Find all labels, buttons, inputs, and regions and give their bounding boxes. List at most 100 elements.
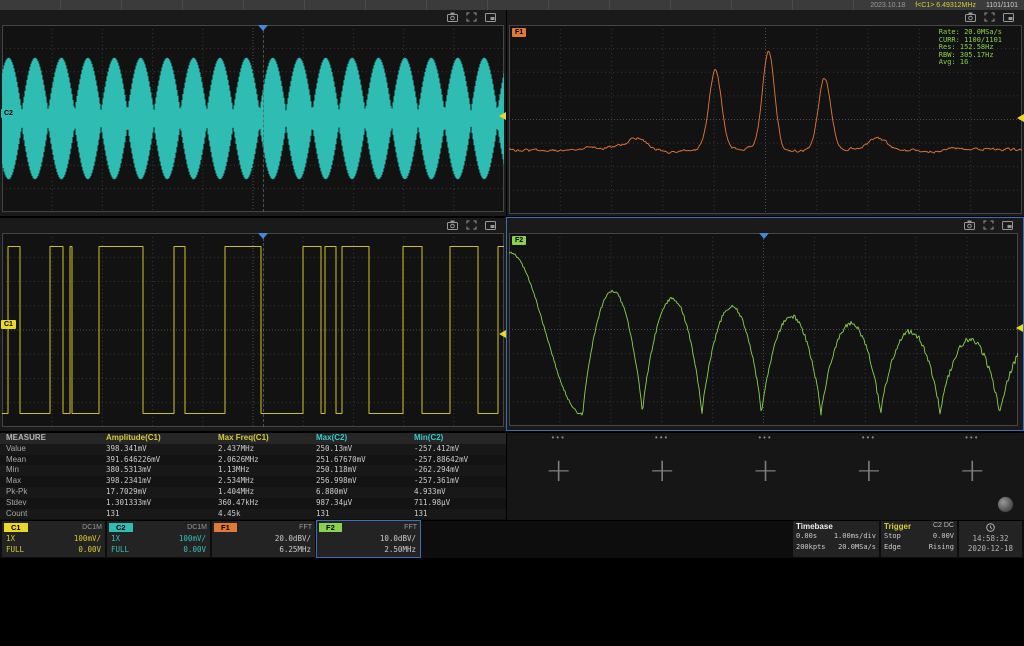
trace-badge-f1[interactable]: F1 xyxy=(512,28,526,37)
camera-icon[interactable] xyxy=(965,9,976,27)
fullscreen-icon[interactable] xyxy=(466,9,477,27)
trace-badge-c2[interactable]: C2 xyxy=(1,109,16,118)
timebase-descriptor[interactable]: Timebase 0.00s 1.00ms/div 200kpts 20.0MS… xyxy=(793,521,879,557)
trigger-descriptor[interactable]: Trigger C2 DC Stop 0.00V Edge Rising xyxy=(881,521,957,557)
trigger-level-marker[interactable] xyxy=(499,330,506,338)
measure-column-header[interactable]: Max(C2) xyxy=(310,433,408,444)
add-measurement-icon[interactable]: + xyxy=(714,455,817,485)
measure-empty-slots: ••• + ••• + ••• + ••• + ••• + xyxy=(507,433,1024,520)
measure-column-header[interactable]: Amplitude(C1) xyxy=(100,433,212,444)
trigger-position-line xyxy=(263,233,264,427)
measure-slot-add[interactable]: ••• + xyxy=(817,433,920,520)
waveform-panel-c1[interactable]: C1 xyxy=(0,218,506,431)
waveform-grid-c1[interactable] xyxy=(2,233,504,427)
fullscreen-icon[interactable] xyxy=(466,217,477,235)
pip-window-icon[interactable] xyxy=(1002,217,1013,235)
measure-slot-add[interactable]: ••• + xyxy=(507,433,610,520)
camera-icon[interactable] xyxy=(447,9,458,27)
measure-value: 398.2341mV xyxy=(100,476,212,487)
measure-value: 6.880mV xyxy=(310,487,408,498)
menubar-tabs-area[interactable] xyxy=(0,0,870,10)
measure-slot-add[interactable]: ••• + xyxy=(714,433,817,520)
waveform-grid-f2[interactable] xyxy=(509,233,1018,426)
slot-options-icon[interactable]: ••• xyxy=(714,433,817,443)
add-measurement-icon[interactable]: + xyxy=(507,455,610,485)
trigger-level-marker[interactable] xyxy=(1017,114,1024,122)
measure-row: Mean391.646226mV2.0626MHz251.67670mV-257… xyxy=(0,455,506,466)
measure-value: 2.534MHz xyxy=(212,476,310,487)
waveform-panel-f1[interactable]: F1 Rate: 20.0MSa/s CURR: 1100/1101 Res: … xyxy=(507,10,1024,216)
measure-value: 391.646226mV xyxy=(100,455,212,466)
frequency-counter-readout: f<C1> 6.49312MHz xyxy=(915,2,976,9)
fft-info-line: Avg: 16 xyxy=(939,59,1002,67)
measure-table-title: MEASURE xyxy=(0,433,100,444)
trigger-mode: Stop xyxy=(884,531,919,542)
coupling-label: DC1M xyxy=(187,524,207,531)
clock-time: 14:58:32 xyxy=(959,534,1022,544)
measure-row: Max398.2341mV2.534MHz256.998mV-257.361mV xyxy=(0,476,506,487)
fullscreen-icon[interactable] xyxy=(983,217,994,235)
measure-row: Stdev1.301333mV360.47kHz987.34µV711.98µV xyxy=(0,498,506,509)
channel-badge[interactable]: C2 xyxy=(109,523,133,532)
measure-value: 1.404MHz xyxy=(212,487,310,498)
camera-icon[interactable] xyxy=(447,217,458,235)
measure-value: 1.301333mV xyxy=(100,498,212,509)
measure-row-label: Mean xyxy=(0,455,100,466)
trace-badge-f2[interactable]: F2 xyxy=(512,236,526,245)
channel-descriptor-c1[interactable]: C1 DC1M 1X100mV/ FULL0.00V xyxy=(2,521,105,557)
measure-table: MEASUREAmplitude(C1)Max Freq(C1)Max(C2)M… xyxy=(0,433,506,520)
measure-value: 987.34µV xyxy=(310,498,408,509)
add-measurement-icon[interactable]: + xyxy=(610,455,713,485)
clock-box[interactable]: 14:58:32 2020-12-18 xyxy=(959,521,1022,557)
measure-column-header[interactable]: Min(C2) xyxy=(408,433,506,444)
trigger-position-marker[interactable] xyxy=(258,233,268,239)
measure-value: 380.5313mV xyxy=(100,465,212,476)
add-measurement-icon[interactable]: + xyxy=(817,455,920,485)
math-badge[interactable]: F1 xyxy=(214,523,237,532)
trigger-level-marker[interactable] xyxy=(1016,324,1023,332)
measure-value: 4.933mV xyxy=(408,487,506,498)
trace-badge-c1[interactable]: C1 xyxy=(1,320,16,329)
measure-value: -257.361mV xyxy=(408,476,506,487)
math-descriptor-f2[interactable]: F2 FFT 10.0dBV/ 2.50MHz xyxy=(317,521,420,557)
channel-descriptor-c2[interactable]: C2 DC1M 1X100mV/ FULL0.00V xyxy=(107,521,210,557)
pip-window-icon[interactable] xyxy=(1003,9,1014,27)
trigger-position-marker[interactable] xyxy=(759,233,769,239)
slot-options-icon[interactable]: ••• xyxy=(610,433,713,443)
panel-toolbar xyxy=(0,10,506,25)
timebase-scale: 1.00ms/div xyxy=(834,531,876,542)
measure-slot-add[interactable]: ••• + xyxy=(610,433,713,520)
waveform-panel-c2[interactable]: C2 xyxy=(0,10,506,216)
math-descriptor-f1[interactable]: F1 FFT 20.0dBV/ 6.25MHz xyxy=(212,521,315,557)
clock-icon xyxy=(986,523,995,532)
slot-options-icon[interactable]: ••• xyxy=(817,433,920,443)
measure-column-header[interactable]: Max Freq(C1) xyxy=(212,433,310,444)
trigger-level-marker[interactable] xyxy=(499,112,506,120)
trigger-level: 0.00V xyxy=(919,531,954,542)
panel-toolbar xyxy=(507,218,1023,233)
math-badge[interactable]: F2 xyxy=(319,523,342,532)
camera-icon[interactable] xyxy=(964,217,975,235)
fullscreen-icon[interactable] xyxy=(984,9,995,27)
trigger-type: Edge xyxy=(884,542,919,553)
acquisition-frame-counter: 1101/1101 xyxy=(986,2,1018,9)
floating-menu-knob[interactable] xyxy=(997,496,1014,513)
channel-badge[interactable]: C1 xyxy=(4,523,28,532)
slot-options-icon[interactable]: ••• xyxy=(507,433,610,443)
add-measurement-icon[interactable]: + xyxy=(921,455,1024,485)
pip-window-icon[interactable] xyxy=(485,217,496,235)
waveform-grid-c2[interactable] xyxy=(2,25,504,212)
slot-options-icon[interactable]: ••• xyxy=(921,433,1024,443)
trigger-position-marker[interactable] xyxy=(258,25,268,31)
pip-window-icon[interactable] xyxy=(485,9,496,27)
offset-value: 0.00V xyxy=(78,544,101,555)
measure-row-label: Count xyxy=(0,509,100,520)
measure-value: 251.67670mV xyxy=(310,455,408,466)
measure-value: 360.47kHz xyxy=(212,498,310,509)
measure-row-label: Min xyxy=(0,465,100,476)
waveform-panel-f2-selected[interactable]: F2 xyxy=(506,217,1024,431)
volts-per-div: 100mV/ xyxy=(179,533,206,544)
measure-value: 17.7029mV xyxy=(100,487,212,498)
measure-value: 250.118mV xyxy=(310,465,408,476)
measure-row: Min380.5313mV1.13MHz250.118mV-262.294mV xyxy=(0,465,506,476)
